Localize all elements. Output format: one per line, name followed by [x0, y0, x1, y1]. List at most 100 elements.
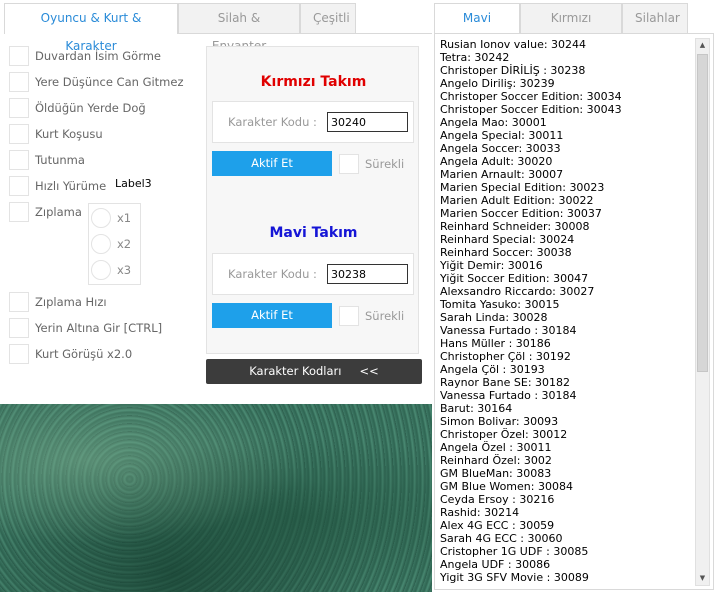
radio-label: x2	[117, 237, 132, 251]
list-item[interactable]: Reinhard Special: 30024	[440, 233, 695, 246]
checkbox-jump[interactable]: Zıplama	[9, 202, 82, 222]
checkbox[interactable]	[9, 202, 29, 222]
list-item[interactable]: Sarah Linda: 30028	[440, 311, 695, 324]
checkbox[interactable]	[9, 72, 29, 92]
checkbox-label: Hızlı Yürüme	[35, 179, 107, 193]
list-item[interactable]: Christoper Özel: 30012	[440, 428, 695, 441]
list-item[interactable]: Sarah 4G ECC : 30060	[440, 532, 695, 545]
checkbox-jump-speed[interactable]: Zıplama Hızı	[9, 292, 107, 312]
list-item[interactable]: Raynor Bane SE: 30182	[440, 376, 695, 389]
list-item[interactable]: Angela Soccer: 30033	[440, 142, 695, 155]
blue-team-title: Mavi Takım	[269, 225, 358, 241]
blue-code-input[interactable]	[327, 264, 408, 284]
checkbox-fast-walk[interactable]: Hızlı Yürüme	[9, 176, 106, 196]
checkbox[interactable]	[9, 124, 29, 144]
list-item[interactable]: Tetra: 30242	[440, 51, 695, 64]
list-item[interactable]: Reinhard Schneider: 30008	[440, 220, 695, 233]
desktop-background	[0, 404, 432, 592]
right-panel: Mavi Takım Kırmızı Takım Silahlar Rusian…	[432, 0, 714, 592]
tab-weapons[interactable]: Silahlar	[622, 3, 688, 33]
list-item[interactable]: GM Blue Women: 30084	[440, 480, 695, 493]
checkbox-climb[interactable]: Tutunma	[9, 150, 85, 170]
character-codes-button[interactable]: Karakter Kodları <<	[206, 359, 422, 384]
radio-button[interactable]	[91, 260, 111, 280]
list-item[interactable]: Marien Soccer Edition: 30037	[440, 207, 695, 220]
list-item[interactable]: Reinhard Özel: 3002	[440, 454, 695, 467]
checkbox[interactable]	[9, 150, 29, 170]
red-continuous-checkbox[interactable]: Sürekli	[339, 154, 404, 174]
red-code-input[interactable]	[327, 112, 408, 132]
list-item[interactable]: Vanessa Furtado : 30184	[440, 324, 695, 337]
list-item[interactable]: Marien Arnault: 30007	[440, 168, 695, 181]
list-item[interactable]: GM BlueMan: 30083	[440, 467, 695, 480]
checkbox[interactable]	[9, 318, 29, 338]
blue-activate-button[interactable]: Aktif Et	[212, 303, 332, 328]
checkbox-respawn-in-place[interactable]: Öldüğün Yerde Doğ	[9, 98, 146, 118]
list-item[interactable]: Simon Bolivar: 30093	[440, 415, 695, 428]
list-item[interactable]: Rusian Ionov value: 30244	[440, 38, 695, 51]
list-item[interactable]: Christoper Soccer Edition: 30034	[440, 90, 695, 103]
list-item[interactable]: Yiğit Demir: 30016	[440, 259, 695, 272]
list-item[interactable]: Vanessa Furtado : 30184	[440, 389, 695, 402]
list-item[interactable]: Angela UDF : 30086	[440, 558, 695, 571]
list-item[interactable]: Cristopher 1G UDF : 30085	[440, 545, 695, 558]
checkbox-wolf-run[interactable]: Kurt Koşusu	[9, 124, 103, 144]
checkbox[interactable]	[339, 306, 359, 326]
tab-weapon-inventory[interactable]: Silah & Envanter	[178, 3, 300, 53]
list-item[interactable]: Rashid: 30214	[440, 506, 695, 519]
list-item[interactable]: Marien Adult Edition: 30022	[440, 194, 695, 207]
list-item[interactable]: Reinhard Soccer: 30038	[440, 246, 695, 259]
list-item[interactable]: Hans Müller : 30186	[440, 337, 695, 350]
tab-misc[interactable]: Çeşitli	[300, 3, 356, 33]
list-item[interactable]: Tomita Yasuko: 30015	[440, 298, 695, 311]
label3-text: Label3	[115, 177, 152, 190]
list-scrollbar[interactable]: ▲ ▼	[695, 38, 710, 586]
list-item[interactable]: Angela Özel : 30011	[440, 441, 695, 454]
checkbox-wallhack-names[interactable]: Duvardan İsim Görme	[9, 46, 161, 66]
scrollbar-thumb[interactable]	[697, 54, 708, 372]
tab-blue-team[interactable]: Mavi Takım	[434, 3, 520, 53]
list-item[interactable]: Angela Çöl : 30193	[440, 363, 695, 376]
checkbox-no-fall-damage[interactable]: Yere Düşünce Can Gitmez	[9, 72, 184, 92]
radio-button[interactable]	[91, 208, 111, 228]
radio-button[interactable]	[91, 234, 111, 254]
checkbox-underground[interactable]: Yerin Altına Gir [CTRL]	[9, 318, 162, 338]
checkbox[interactable]	[9, 46, 29, 66]
radio-x3[interactable]: x3	[91, 260, 131, 280]
checkbox[interactable]	[339, 154, 359, 174]
list-item[interactable]: Angela Special: 30011	[440, 129, 695, 142]
list-item[interactable]: Yigit 3G SFV Movie : 30089	[440, 571, 695, 584]
scroll-up-icon[interactable]: ▲	[696, 39, 709, 52]
radio-x2[interactable]: x2	[91, 234, 131, 254]
list-item[interactable]: Christopher Çöl : 30192	[440, 350, 695, 363]
list-item[interactable]: Christoper Soccer Edition: 30043	[440, 103, 695, 116]
checkbox[interactable]	[9, 98, 29, 118]
scroll-down-icon[interactable]: ▼	[696, 572, 709, 585]
checkbox[interactable]	[9, 176, 29, 196]
checkbox[interactable]	[9, 344, 29, 364]
list-item[interactable]: Angela Adult: 30020	[440, 155, 695, 168]
checkbox-label: Tutunma	[35, 153, 85, 167]
left-tab-bar: Oyuncu & Kurt & Karakter Silah & Envante…	[4, 3, 356, 53]
red-activate-button[interactable]: Aktif Et	[212, 151, 332, 176]
list-item[interactable]: Christoper DİRİLİŞ : 30238	[440, 64, 695, 77]
tab-red-team[interactable]: Kırmızı Takım	[520, 3, 622, 53]
blue-continuous-checkbox[interactable]: Sürekli	[339, 306, 404, 326]
list-item[interactable]: Yiğit Soccer Edition: 30047	[440, 272, 695, 285]
left-panel: Oyuncu & Kurt & Karakter Silah & Envante…	[0, 0, 432, 404]
checkbox-wolf-vision[interactable]: Kurt Görüşü x2.0	[9, 344, 132, 364]
list-item[interactable]: Alexsandro Riccardo: 30027	[440, 285, 695, 298]
character-list: Rusian Ionov value: 30244 Tetra: 30242 Chr…	[440, 38, 695, 584]
list-item[interactable]: Alex 4G ECC : 30059	[440, 519, 695, 532]
list-item[interactable]: Angela Mao: 30001	[440, 116, 695, 129]
list-item[interactable]: Ceyda Ersoy : 30216	[440, 493, 695, 506]
checkbox[interactable]	[9, 292, 29, 312]
character-codes-label: Karakter Kodları	[249, 364, 342, 378]
list-item[interactable]: Barut: 30164	[440, 402, 695, 415]
list-item[interactable]: Angelo Diriliş: 30239	[440, 77, 695, 90]
tab-player-wolf-character[interactable]: Oyuncu & Kurt & Karakter	[4, 3, 178, 53]
list-item[interactable]: Marien Special Edition: 30023	[440, 181, 695, 194]
character-code-list[interactable]: Rusian Ionov value: 30244 Tetra: 30242 Chr…	[434, 33, 714, 590]
radio-x1[interactable]: x1	[91, 208, 131, 228]
checkbox-label: Öldüğün Yerde Doğ	[35, 101, 146, 115]
